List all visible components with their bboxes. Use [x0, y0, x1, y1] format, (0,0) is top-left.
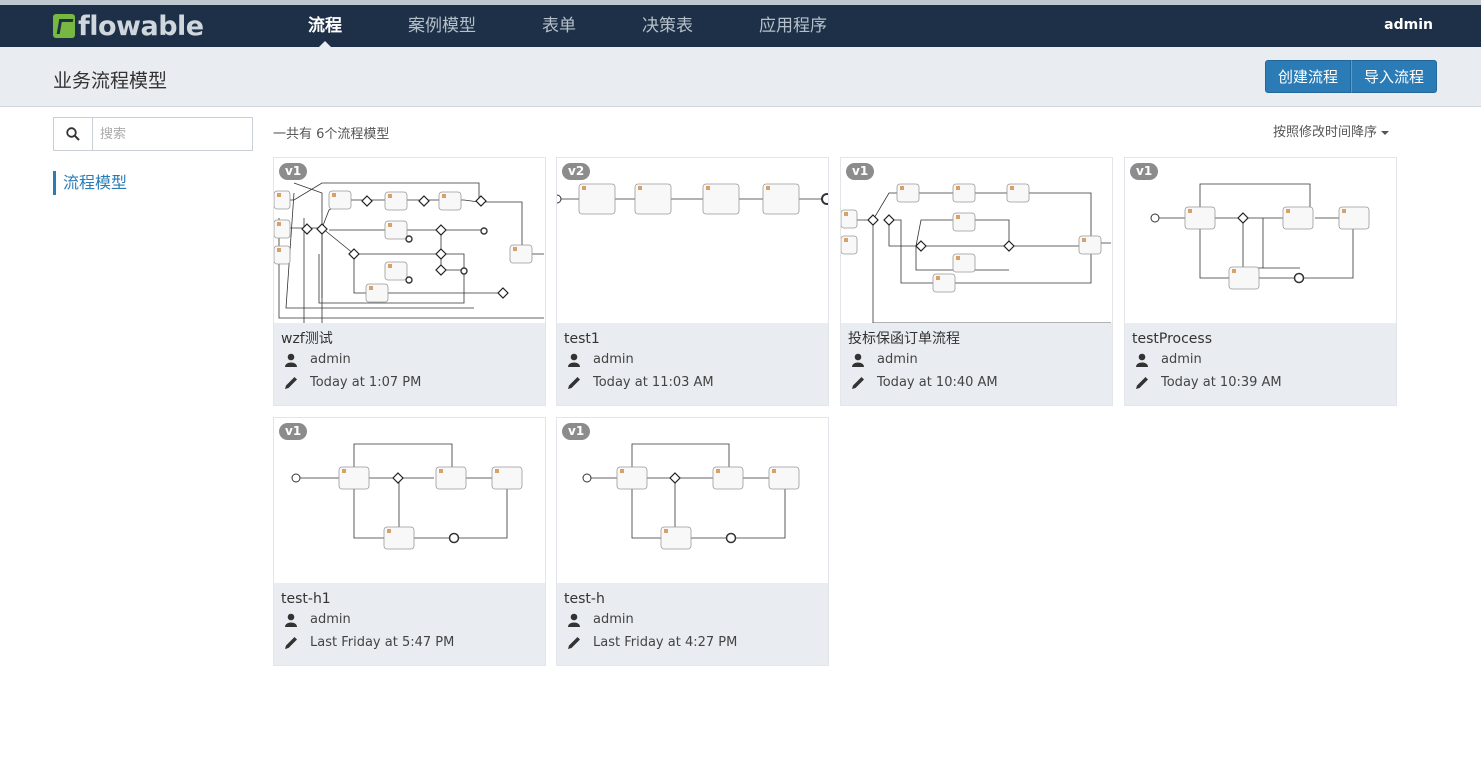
user-icon: [283, 613, 299, 627]
model-count: 一共有 6个流程模型: [273, 127, 390, 142]
model-author-row: admin: [564, 348, 821, 371]
process-thumbnail: [274, 418, 545, 583]
sort-dropdown[interactable]: 按照修改时间降序: [1273, 121, 1390, 140]
model-modified-row: Last Friday at 4:27 PM: [564, 631, 821, 654]
bpmn-diagram-preview: [841, 183, 1111, 323]
process-thumbnail: [557, 158, 828, 323]
model-modified-row: Today at 10:40 AM: [848, 371, 1105, 394]
header-actions: 创建流程 导入流程: [1264, 60, 1437, 93]
pencil-icon: [283, 376, 299, 390]
model-author: admin: [1161, 352, 1202, 367]
process-model-card[interactable]: v1 wzf测试 admin Today at 1:07 PM: [273, 157, 546, 406]
pencil-icon: [850, 376, 866, 390]
pencil-icon: [566, 636, 582, 650]
process-thumbnail: [841, 158, 1112, 323]
model-modified: Today at 11:03 AM: [593, 375, 714, 390]
model-name: wzf测试: [281, 331, 333, 347]
nav-decision-tables[interactable]: 决策表: [609, 5, 726, 47]
model-modified: Last Friday at 5:47 PM: [310, 635, 455, 650]
process-model-card[interactable]: v1 test-h admin Last Friday at 4:27 PM: [556, 417, 829, 666]
model-modified-row: Today at 10:39 AM: [1132, 371, 1389, 394]
model-author-row: admin: [564, 608, 821, 631]
bpmn-diagram-preview: [1150, 183, 1370, 290]
user-icon: [1134, 353, 1150, 367]
nav-forms[interactable]: 表单: [509, 5, 609, 47]
bpmn-diagram-preview: [274, 182, 544, 323]
model-author-row: admin: [281, 608, 538, 631]
flowable-logo-icon: [53, 14, 75, 38]
pencil-icon: [1134, 376, 1150, 390]
bpmn-diagram-preview: [291, 443, 523, 550]
import-process-button[interactable]: 导入流程: [1350, 60, 1437, 93]
card-info: test1 admin Today at 11:03 AM: [557, 323, 828, 405]
model-author: admin: [310, 352, 351, 367]
bpmn-diagram-preview: [582, 443, 800, 550]
card-info: test-h1 admin Last Friday at 5:47 PM: [274, 583, 545, 665]
model-author-row: admin: [281, 348, 538, 371]
model-name: testProcess: [1132, 331, 1212, 347]
user-menu[interactable]: admin: [1384, 17, 1433, 33]
pencil-icon: [566, 376, 582, 390]
card-info: 投标保函订单流程 admin Today at 10:40 AM: [841, 323, 1112, 405]
process-model-card[interactable]: v2 test1 admin Today at 11:03 AM: [556, 157, 829, 406]
process-thumbnail: [557, 418, 828, 583]
version-badge: v2: [562, 163, 591, 180]
search-input[interactable]: [93, 118, 243, 150]
model-name: test-h: [564, 591, 605, 607]
model-author: admin: [877, 352, 918, 367]
sort-label: 按照修改时间降序: [1273, 125, 1378, 140]
model-name: test1: [564, 331, 600, 347]
card-info: wzf测试 admin Today at 1:07 PM: [274, 323, 545, 405]
model-name: 投标保函订单流程: [848, 331, 960, 347]
user-icon: [566, 613, 582, 627]
process-thumbnail: [274, 158, 545, 323]
nav-case-models[interactable]: 案例模型: [375, 5, 509, 47]
version-badge: v1: [846, 163, 875, 180]
model-modified-row: Today at 11:03 AM: [564, 371, 821, 394]
card-info: test-h admin Last Friday at 4:27 PM: [557, 583, 828, 665]
model-modified-row: Last Friday at 5:47 PM: [281, 631, 538, 654]
user-icon: [566, 353, 582, 367]
nav-processes[interactable]: 流程: [275, 5, 375, 48]
page-header: 业务流程模型 创建流程 导入流程: [0, 47, 1481, 107]
model-modified-row: Today at 1:07 PM: [281, 371, 538, 394]
top-navbar: flowable 流程 案例模型 表单 决策表 应用程序 admin: [0, 0, 1481, 48]
process-model-card[interactable]: v1 testProcess admin Today at 10:39 AM: [1124, 157, 1397, 406]
version-badge: v1: [279, 423, 308, 440]
sidebar-item-process-models[interactable]: 流程模型: [53, 171, 127, 195]
search-icon[interactable]: [54, 118, 93, 150]
version-badge: v1: [279, 163, 308, 180]
flowable-logo[interactable]: flowable: [53, 10, 204, 42]
caret-down-icon: [1381, 130, 1390, 135]
logo-text: flowable: [78, 10, 204, 42]
user-icon: [283, 353, 299, 367]
model-modified: Last Friday at 4:27 PM: [593, 635, 738, 650]
process-thumbnail: [1125, 158, 1396, 323]
page-title: 业务流程模型: [53, 70, 168, 92]
model-author: admin: [310, 612, 351, 627]
pencil-icon: [283, 636, 299, 650]
main-nav: 流程 案例模型 表单 决策表 应用程序: [275, 5, 860, 48]
bpmn-diagram-preview: [557, 183, 828, 215]
create-process-button[interactable]: 创建流程: [1264, 60, 1351, 93]
nav-apps[interactable]: 应用程序: [726, 5, 860, 47]
user-icon: [850, 353, 866, 367]
process-model-card[interactable]: v1 test-h1 admin Last Friday at 5:47 PM: [273, 417, 546, 666]
version-badge: v1: [562, 423, 591, 440]
search-box: [53, 117, 253, 151]
version-badge: v1: [1130, 163, 1159, 180]
model-author: admin: [593, 612, 634, 627]
model-author-row: admin: [848, 348, 1105, 371]
model-modified: Today at 10:39 AM: [1161, 375, 1282, 390]
card-info: testProcess admin Today at 10:39 AM: [1125, 323, 1396, 405]
model-author: admin: [593, 352, 634, 367]
model-modified: Today at 1:07 PM: [310, 375, 422, 390]
process-model-card[interactable]: v1 投标保函订单流程 admin Today at 10:40 AM: [840, 157, 1113, 406]
model-author-row: admin: [1132, 348, 1389, 371]
model-modified: Today at 10:40 AM: [877, 375, 998, 390]
model-name: test-h1: [281, 591, 331, 607]
